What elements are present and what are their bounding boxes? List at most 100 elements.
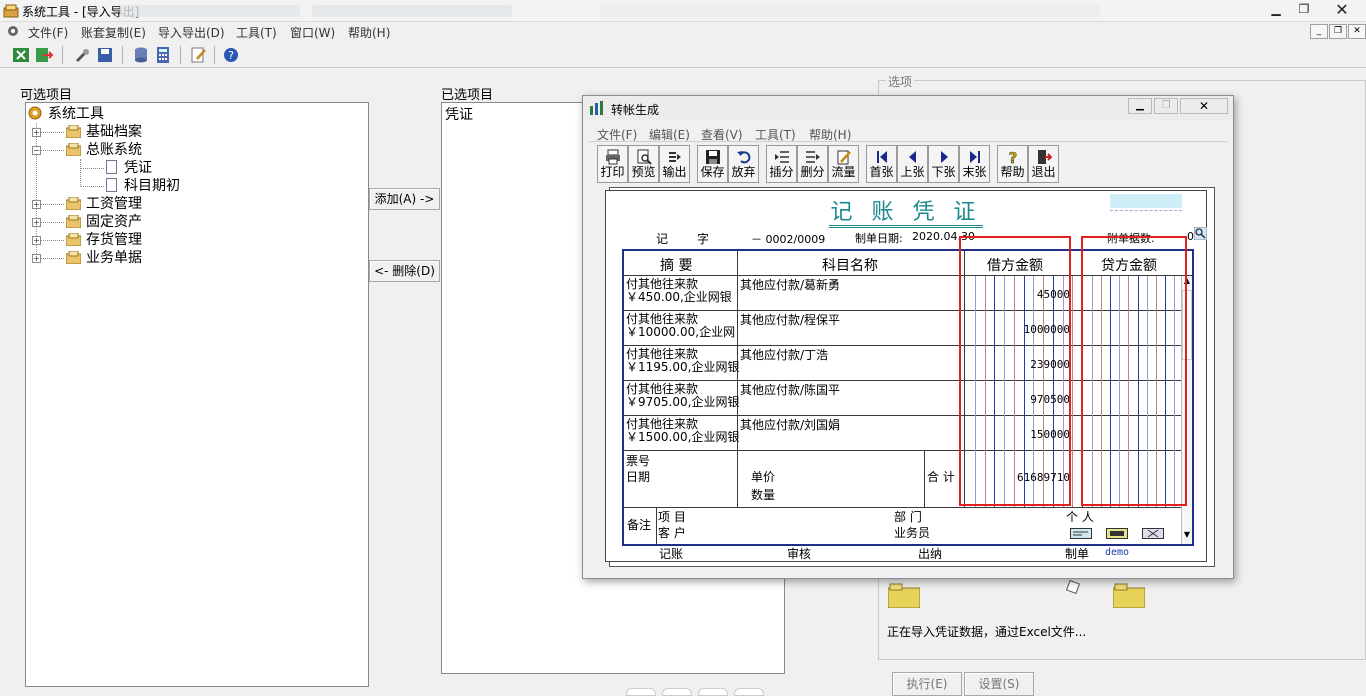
tree-item-fixed-assets[interactable]: 固定资产 (86, 211, 142, 231)
expand-icon[interactable]: + (32, 236, 41, 245)
dialog-menu-bar: 文件(F) 编辑(E) 查看(V) 工具(T) 帮助(H) (589, 124, 1227, 142)
cash-flow-button[interactable]: 流量 (828, 145, 859, 183)
tree-item-opening-balance[interactable]: 科目期初 (124, 175, 180, 195)
expand-icon[interactable]: + (32, 254, 41, 263)
dialog-menu-tools[interactable]: 工具(T) (755, 126, 796, 143)
print-button[interactable]: 打印 (597, 145, 628, 183)
available-items-tree[interactable]: 系统工具 + 基础档案 − 总账系统 凭证 科目期初 + 工资管理 + 固定资产… (25, 102, 369, 687)
dialog-menu-edit[interactable]: 编辑(E) (649, 126, 690, 143)
mdi-restore-button[interactable]: ❐ (1329, 24, 1347, 39)
tree-item-general-ledger[interactable]: 总账系统 (86, 139, 142, 159)
debit-highlight-box (959, 236, 1071, 506)
delete-entry-button[interactable]: 删分 (797, 145, 828, 183)
dialog-close-button[interactable]: ✕ (1180, 98, 1228, 114)
preview-button[interactable]: 预览 (628, 145, 659, 183)
save-disk-icon[interactable] (96, 46, 114, 64)
app-icon (3, 4, 19, 18)
voucher-type-unit: 字 (697, 232, 710, 246)
help-button[interactable]: ? 帮助 (997, 145, 1028, 183)
settings-button[interactable]: 设置(S) (964, 672, 1034, 696)
document-icon (106, 178, 117, 192)
toolbar-separator (122, 46, 123, 64)
discard-label: 放弃 (731, 165, 756, 179)
date-label: 制单日期: (855, 232, 903, 245)
row-summary-line2: ￥9705.00,企业网银 (626, 395, 740, 409)
quantity-label: 数量 (751, 488, 776, 502)
execute-button[interactable]: 执行(E) (892, 672, 962, 696)
menu-tools[interactable]: 工具(T) (236, 24, 277, 41)
available-items-label: 可选项目 (20, 88, 73, 103)
menu-file[interactable]: 文件(F) (28, 24, 68, 41)
menu-bar: 文件(F) 账套复制(E) 导入导出(D) 工具(T) 窗口(W) 帮助(H) … (0, 22, 1366, 42)
first-button[interactable]: 首张 (866, 145, 897, 183)
tree-item-inventory[interactable]: 存货管理 (86, 229, 142, 249)
exit-label: 退出 (1031, 165, 1056, 179)
last-button[interactable]: 末张 (959, 145, 990, 183)
mdi-minimize-button[interactable]: _ (1310, 24, 1328, 39)
maximize-button[interactable]: ❐ (1290, 1, 1318, 19)
scroll-down-icon[interactable]: ▼ (1183, 530, 1191, 544)
previous-button[interactable]: 上张 (897, 145, 928, 183)
menu-account-copy[interactable]: 账套复制(E) (81, 24, 146, 41)
bottom-tabs (626, 688, 766, 696)
add-button[interactable]: 添加(A) -> (369, 188, 440, 210)
selected-item[interactable]: 凭证 (445, 104, 473, 124)
collapse-icon[interactable]: − (32, 146, 41, 155)
folder-icon (66, 251, 81, 264)
mdi-close-button[interactable]: ✕ (1348, 24, 1366, 39)
insert-entry-button[interactable]: 插分 (766, 145, 797, 183)
discard-button[interactable]: 放弃 (728, 145, 759, 183)
expand-icon[interactable]: + (32, 218, 41, 227)
footer-post-label: 记账 (659, 547, 684, 561)
search-icon[interactable] (1194, 227, 1207, 240)
remove-button[interactable]: <- 删除(D) (369, 260, 440, 282)
next-button[interactable]: 下张 (928, 145, 959, 183)
menu-import-export[interactable]: 导入导出(D) (158, 24, 225, 41)
row-account: 其他应付款/葛新勇 (740, 278, 841, 292)
excel-icon[interactable] (12, 46, 30, 64)
tree-item-payroll[interactable]: 工资管理 (86, 193, 142, 213)
folder-icon (888, 583, 920, 608)
dialog-menu-view[interactable]: 查看(V) (701, 126, 743, 143)
dialog-menu-file[interactable]: 文件(F) (597, 126, 637, 143)
blurred-tab (312, 5, 512, 17)
save-button[interactable]: 保存 (697, 145, 728, 183)
help-icon[interactable]: ? (222, 46, 240, 64)
close-button[interactable]: ✕ (1320, 0, 1364, 20)
attachments-count: 0 (1187, 230, 1194, 243)
card-icon[interactable] (1106, 528, 1128, 539)
tools-icon[interactable] (74, 46, 92, 64)
credit-highlight-box (1081, 236, 1187, 506)
dialog-title: 转帐生成 (611, 103, 660, 117)
svg-text:?: ? (228, 49, 234, 62)
doc-icon (8, 26, 18, 36)
output-button[interactable]: 输出 (659, 145, 690, 183)
tree-item-voucher[interactable]: 凭证 (124, 157, 152, 177)
exit-button[interactable]: 退出 (1028, 145, 1059, 183)
menu-window[interactable]: 窗口(W) (290, 24, 335, 41)
database-icon[interactable] (132, 46, 150, 64)
tree-item-basic-archives[interactable]: 基础档案 (86, 121, 142, 141)
footer-audit-label: 审核 (787, 547, 812, 561)
col-account-header: 科目名称 (822, 258, 878, 274)
expand-icon[interactable]: + (32, 200, 41, 209)
card-icon[interactable] (1070, 528, 1092, 539)
expand-icon[interactable]: + (32, 128, 41, 137)
row-summary-line2: ￥450.00,企业网银 (626, 290, 732, 304)
tree-root[interactable]: 系统工具 (48, 103, 104, 123)
minimize-button[interactable]: ▁ (1262, 1, 1290, 19)
transfer-dialog: 转帐生成 ▁ ❐ ✕ 文件(F) 编辑(E) 查看(V) 工具(T) 帮助(H)… (582, 95, 1234, 579)
row-summary-line2: ￥10000.00,企业网 (626, 325, 736, 339)
calculator-icon[interactable] (154, 46, 172, 64)
export-icon[interactable] (35, 46, 53, 64)
footer-cashier-label: 出纳 (918, 547, 943, 561)
dialog-minimize-button[interactable]: ▁ (1128, 98, 1152, 114)
menu-help[interactable]: 帮助(H) (348, 24, 390, 41)
customer-label: 客 户 (658, 526, 686, 540)
dialog-menu-help[interactable]: 帮助(H) (809, 126, 851, 143)
dialog-maximize-button[interactable]: ❐ (1154, 98, 1178, 114)
card-icon[interactable] (1142, 528, 1164, 539)
tree-item-business-docs[interactable]: 业务单据 (86, 247, 142, 267)
edit-icon[interactable] (190, 46, 208, 64)
blurred-tab (600, 5, 1100, 17)
